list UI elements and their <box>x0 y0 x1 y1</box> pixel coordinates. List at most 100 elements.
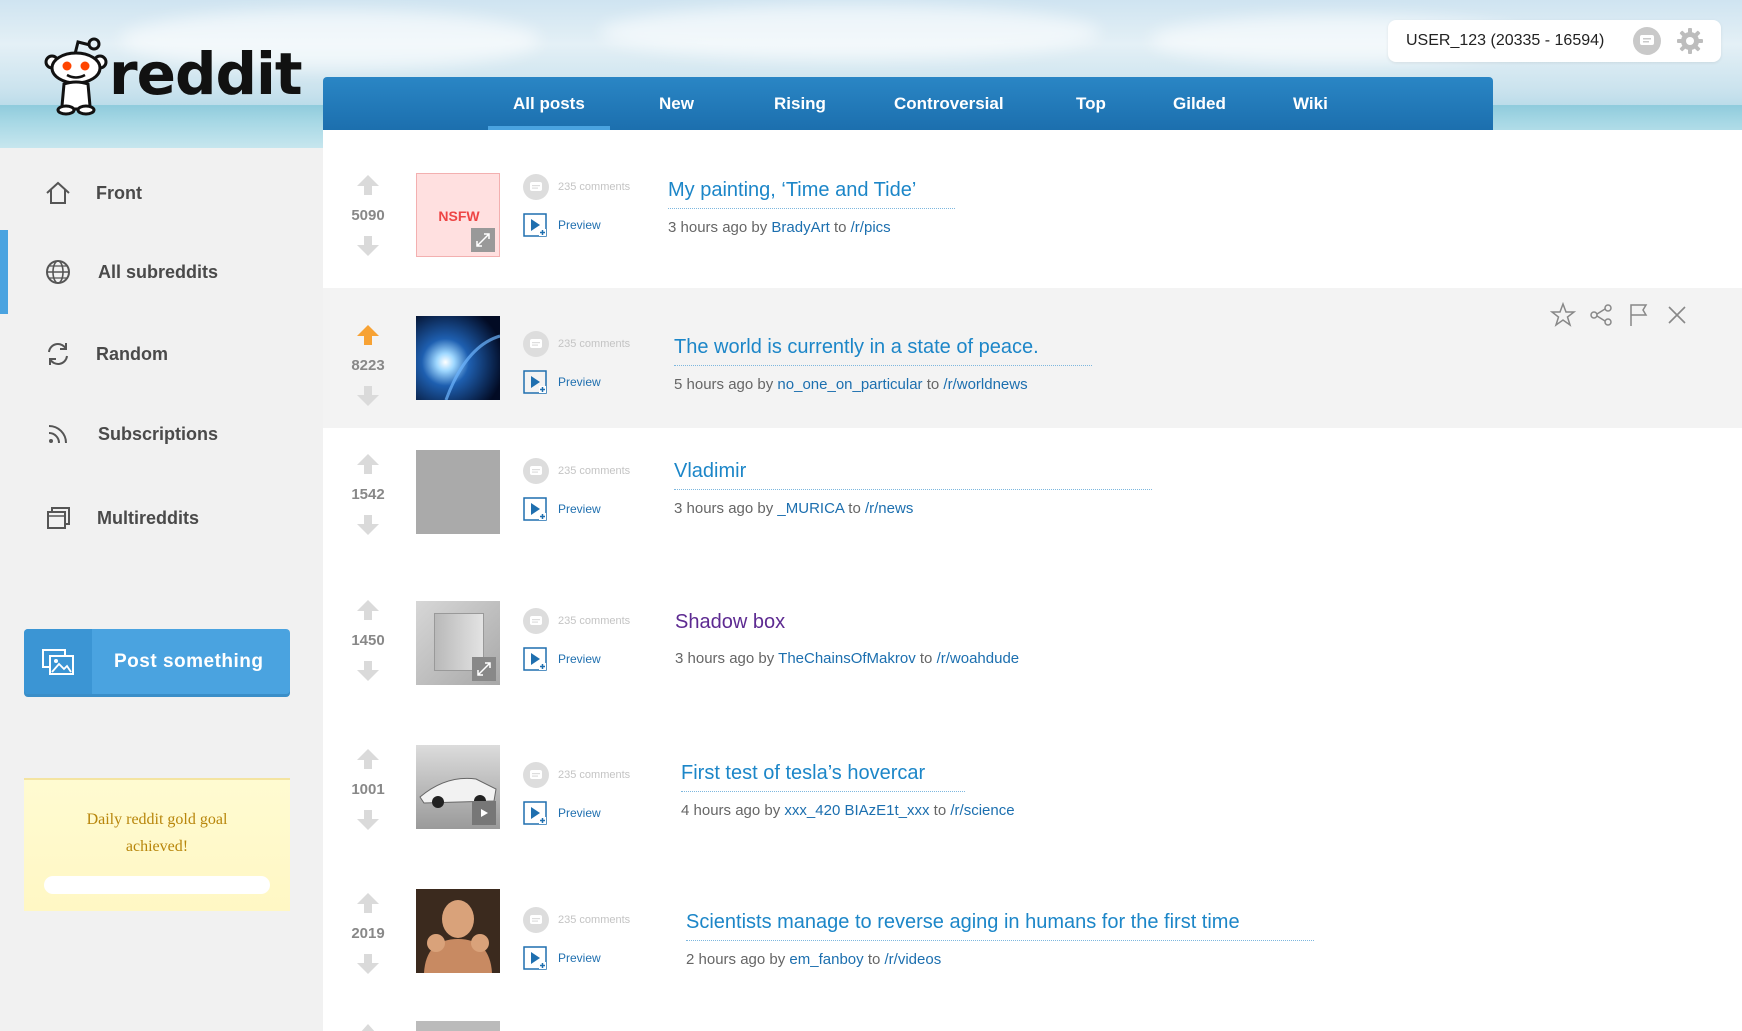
preview-link[interactable]: Preview <box>523 944 653 972</box>
preview-link[interactable]: Preview <box>523 211 653 239</box>
downvote-arrow-icon[interactable] <box>356 514 380 536</box>
preview-link[interactable]: Preview <box>523 368 653 396</box>
post-meta: 235 comments Preview <box>523 173 653 239</box>
comments-link[interactable]: 235 comments <box>523 457 653 485</box>
tab-all-posts[interactable]: All posts <box>488 77 610 130</box>
preview-link[interactable]: Preview <box>523 645 653 673</box>
upvote-arrow-icon[interactable] <box>356 453 380 475</box>
tab-new[interactable]: New <box>659 77 694 130</box>
sidebar-item-front[interactable]: Front <box>0 153 323 233</box>
post-title-block: Vladimir 3 hours ago by _MURICA to /r/ne… <box>674 460 1152 517</box>
post-byline: 3 hours ago by BradyArt to /r/pics <box>668 219 891 236</box>
post-title-block: Scientists manage to reverse aging in hu… <box>686 911 1314 968</box>
post-row: 2019 235 comments Preview Scientists man… <box>323 863 1742 1007</box>
post-thumbnail[interactable] <box>416 601 500 685</box>
post-thumbnail[interactable] <box>416 316 500 400</box>
globe-icon <box>46 260 70 284</box>
preview-play-icon <box>523 497 547 521</box>
comments-link[interactable]: 235 comments <box>523 906 653 934</box>
author-link[interactable]: em_fanboy <box>789 951 863 968</box>
comments-link[interactable]: 235 comments <box>523 607 653 635</box>
post-thumbnail[interactable]: NSFW <box>416 173 500 257</box>
username-karma[interactable]: USER_123 (20335 - 16594) <box>1406 32 1633 50</box>
tab-controversial[interactable]: Controversial <box>894 77 1004 130</box>
comment-count: 235 comments <box>558 769 631 781</box>
post-score: 8223 <box>351 357 385 374</box>
downvote-arrow-icon[interactable] <box>356 953 380 975</box>
comments-link[interactable]: 235 comments <box>523 173 653 201</box>
author-link[interactable]: _MURICA <box>777 500 844 517</box>
post-thumbnail[interactable] <box>416 889 500 973</box>
sidebar-item-random[interactable]: Random <box>0 314 323 394</box>
post-thumbnail[interactable] <box>416 450 500 534</box>
preview-link[interactable]: Preview <box>523 495 653 523</box>
subreddit-link[interactable]: /r/science <box>950 802 1014 819</box>
upvote-arrow-icon[interactable] <box>356 1023 380 1031</box>
preview-label: Preview <box>558 652 601 666</box>
reddit-logo[interactable]: reddit <box>44 36 303 116</box>
sidebar-item-label: Random <box>96 343 168 364</box>
share-icon[interactable] <box>1588 302 1614 328</box>
author-link[interactable]: no_one_on_particular <box>777 376 922 393</box>
subreddit-link[interactable]: /r/videos <box>885 951 942 968</box>
downvote-arrow-icon[interactable] <box>356 809 380 831</box>
vote-box: 1542 <box>343 453 393 536</box>
author-link[interactable]: BradyArt <box>771 219 829 236</box>
post-list: 5090 NSFW 235 comments Preview My painti… <box>323 130 1742 1031</box>
upvote-arrow-icon[interactable] <box>356 892 380 914</box>
author-link[interactable]: TheChainsOfMakrov <box>778 650 916 667</box>
post-score: 1542 <box>351 486 385 503</box>
vote-box: 8223 <box>343 324 393 407</box>
tab-wiki[interactable]: Wiki <box>1293 77 1328 130</box>
comments-link[interactable]: 235 comments <box>523 330 653 358</box>
post-byline: 3 hours ago by TheChainsOfMakrov to /r/w… <box>675 650 1020 667</box>
post-something-button[interactable]: Post something <box>24 629 290 694</box>
upvote-arrow-icon[interactable] <box>356 324 380 346</box>
sidebar-item-multireddits[interactable]: Multireddits <box>0 478 323 558</box>
post-title-link[interactable]: The world is currently in a state of pea… <box>674 336 1092 366</box>
subreddit-link[interactable]: /r/pics <box>851 219 891 236</box>
post-byline: 3 hours ago by _MURICA to /r/news <box>674 500 914 517</box>
post-title-block: Shadow box 3 hours ago by TheChainsOfMak… <box>675 611 1019 667</box>
flag-icon[interactable] <box>1626 302 1652 328</box>
post-title-link[interactable]: Shadow box <box>675 611 785 640</box>
preview-link[interactable]: Preview <box>523 799 653 827</box>
downvote-arrow-icon[interactable] <box>356 235 380 257</box>
tab-rising[interactable]: Rising <box>774 77 826 130</box>
messages-icon[interactable] <box>1633 27 1661 55</box>
post-title-link[interactable]: Scientists manage to reverse aging in hu… <box>686 911 1314 941</box>
gear-icon[interactable] <box>1675 26 1705 56</box>
expand-icon[interactable] <box>471 228 495 252</box>
expand-icon[interactable] <box>472 657 496 681</box>
close-icon[interactable] <box>1664 302 1690 328</box>
post-title-link[interactable]: Vladimir <box>674 460 1152 490</box>
downvote-arrow-icon[interactable] <box>356 385 380 407</box>
sidebar-item-subscriptions[interactable]: Subscriptions <box>0 394 323 474</box>
post-title-block: The world is currently in a state of pea… <box>674 336 1092 393</box>
post-title-link[interactable]: First test of tesla’s hovercar <box>681 762 965 792</box>
downvote-arrow-icon[interactable] <box>356 660 380 682</box>
upvote-arrow-icon[interactable] <box>356 174 380 196</box>
star-icon[interactable] <box>1549 301 1577 328</box>
post-score: 5090 <box>351 207 385 224</box>
post-byline: 5 hours ago by no_one_on_particular to /… <box>674 376 1028 393</box>
upvote-arrow-icon[interactable] <box>356 748 380 770</box>
play-icon[interactable] <box>472 801 496 825</box>
post-meta: 235 comments Preview <box>523 607 653 673</box>
sidebar-item-label: Front <box>96 182 142 203</box>
post-meta: 235 comments Preview <box>523 761 653 827</box>
comment-count: 235 comments <box>558 914 631 926</box>
upvote-arrow-icon[interactable] <box>356 599 380 621</box>
comments-link[interactable]: 235 comments <box>523 761 653 789</box>
sidebar-item-all-subreddits[interactable]: All subreddits <box>0 232 323 312</box>
tab-gilded[interactable]: Gilded <box>1173 77 1226 130</box>
preview-label: Preview <box>558 218 601 232</box>
subreddit-link[interactable]: /r/news <box>865 500 913 517</box>
subreddit-link[interactable]: /r/worldnews <box>943 376 1027 393</box>
author-link[interactable]: xxx_420 BIAzE1t_xxx <box>784 802 929 819</box>
comment-count: 235 comments <box>558 338 631 350</box>
post-title-link[interactable]: My painting, ‘Time and Tide’ <box>668 179 955 209</box>
post-thumbnail[interactable] <box>416 745 500 829</box>
tab-top[interactable]: Top <box>1076 77 1106 130</box>
subreddit-link[interactable]: /r/woahdude <box>937 650 1020 667</box>
